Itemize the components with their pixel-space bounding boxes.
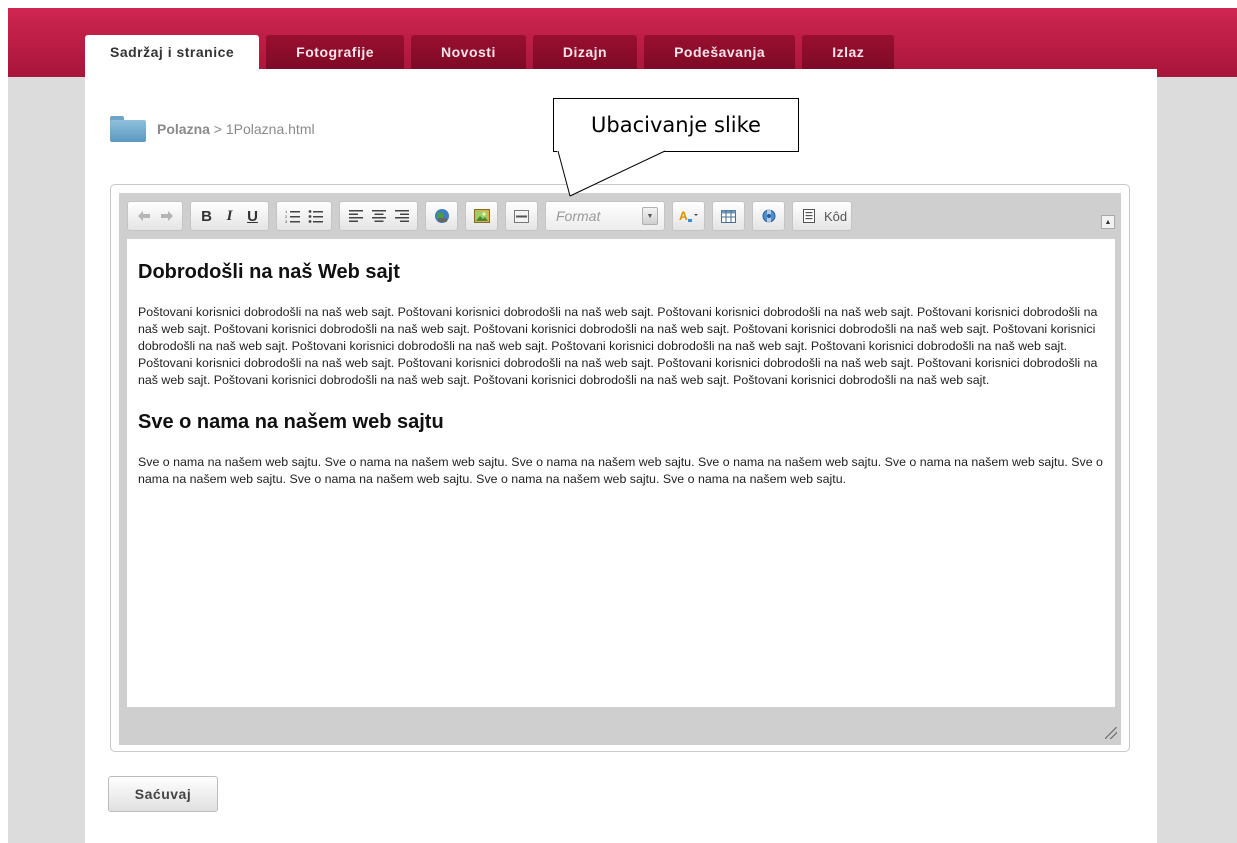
editor-toolbar: B I U 123 Format ▼ A Kôd ▲ bbox=[119, 193, 1121, 239]
breadcrumb-page: 1Polazna.html bbox=[225, 121, 315, 137]
tab-settings[interactable]: Podešavanja bbox=[644, 35, 796, 69]
breadcrumb-separator: > bbox=[209, 121, 226, 137]
format-dropdown[interactable]: Format ▼ bbox=[545, 201, 665, 231]
tab-news[interactable]: Novosti bbox=[411, 35, 526, 69]
document-paragraph-2: Sve o nama na našem web sajtu. Sve o nam… bbox=[138, 455, 1103, 486]
source-group: Kôd bbox=[792, 201, 853, 231]
svg-text:A: A bbox=[679, 209, 688, 223]
main-tabs: Sadržaj i stranice Fotografije Novosti D… bbox=[85, 35, 895, 69]
chevron-down-icon: ▼ bbox=[642, 207, 658, 225]
resize-grip-icon[interactable] bbox=[1105, 727, 1117, 739]
align-right-icon[interactable] bbox=[390, 205, 413, 228]
breadcrumb-root[interactable]: Polazna bbox=[157, 121, 210, 137]
undo-icon[interactable] bbox=[132, 205, 155, 228]
align-group bbox=[339, 201, 418, 231]
rich-text-editor: B I U 123 Format ▼ A Kôd ▲ Dobrodošli na… bbox=[110, 184, 1130, 752]
rule-group bbox=[505, 201, 538, 231]
table-icon[interactable] bbox=[717, 205, 740, 228]
link-group bbox=[425, 201, 458, 231]
bold-button[interactable]: B bbox=[195, 205, 218, 228]
table-group bbox=[712, 201, 745, 231]
align-center-icon[interactable] bbox=[367, 205, 390, 228]
collapse-icon[interactable]: ▲ bbox=[1101, 215, 1115, 229]
ordered-list-icon[interactable]: 123 bbox=[281, 205, 304, 228]
folder-icon bbox=[110, 116, 146, 142]
document-heading-1: Dobrodošli na naš Web sajt bbox=[138, 261, 400, 283]
source-code-label[interactable]: Kôd bbox=[824, 209, 847, 224]
media-group bbox=[752, 201, 785, 231]
tab-design[interactable]: Dizajn bbox=[532, 35, 638, 69]
breadcrumb: Polazna > 1Polazna.html bbox=[110, 116, 315, 142]
tab-logout[interactable]: Izlaz bbox=[802, 35, 895, 69]
horizontal-rule-icon[interactable] bbox=[510, 205, 533, 228]
history-group bbox=[127, 201, 183, 231]
underline-button[interactable]: U bbox=[241, 205, 264, 228]
list-group: 123 bbox=[276, 201, 332, 231]
text-style-group: B I U bbox=[190, 201, 269, 231]
format-placeholder: Format bbox=[556, 208, 601, 224]
source-code-icon[interactable] bbox=[797, 205, 820, 228]
callout-annotation: Ubacivanje slike bbox=[553, 98, 799, 152]
link-globe-icon[interactable] bbox=[430, 205, 453, 228]
redo-icon[interactable] bbox=[155, 205, 178, 228]
font-color-icon[interactable]: A bbox=[677, 205, 700, 228]
insert-image-icon[interactable] bbox=[470, 205, 493, 228]
color-group: A bbox=[672, 201, 705, 231]
save-button[interactable]: Saćuvaj bbox=[108, 776, 218, 812]
document-heading-2: Sve o nama na našem web sajtu bbox=[138, 411, 444, 433]
image-group bbox=[465, 201, 498, 231]
align-left-icon[interactable] bbox=[344, 205, 367, 228]
media-icon[interactable] bbox=[757, 205, 780, 228]
tab-content-pages[interactable]: Sadržaj i stranice bbox=[85, 35, 260, 69]
document-paragraph-1: Poštovani korisnici dobrodošli na naš we… bbox=[138, 305, 1098, 387]
italic-button[interactable]: I bbox=[218, 205, 241, 228]
svg-text:3: 3 bbox=[285, 219, 288, 223]
editor-frame: B I U 123 Format ▼ A Kôd ▲ Dobrodošli na… bbox=[119, 193, 1121, 745]
bullet-list-icon[interactable] bbox=[304, 205, 327, 228]
tab-photos[interactable]: Fotografije bbox=[266, 35, 405, 69]
breadcrumb-path: Polazna > 1Polazna.html bbox=[157, 121, 315, 137]
editor-document[interactable]: Dobrodošli na naš Web sajt Poštovani kor… bbox=[127, 239, 1115, 707]
